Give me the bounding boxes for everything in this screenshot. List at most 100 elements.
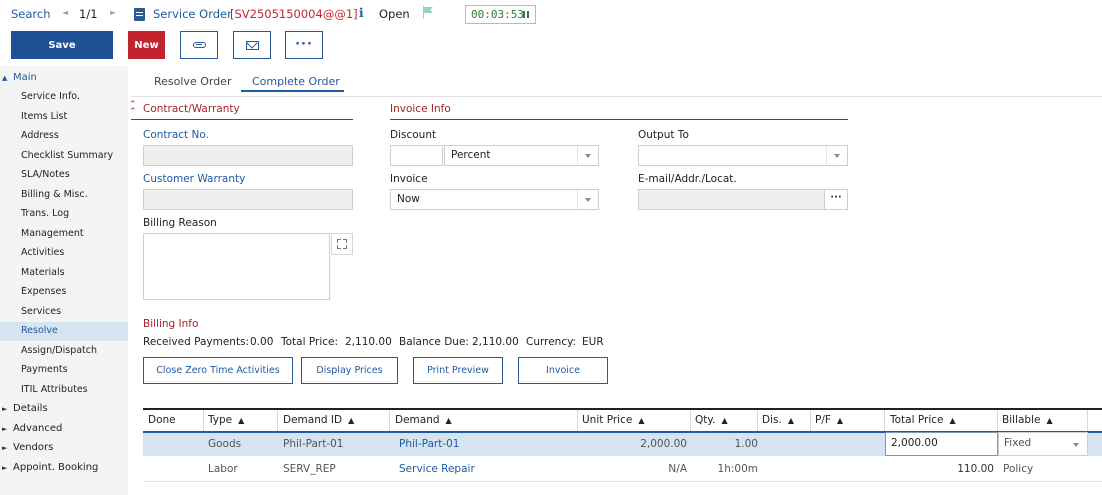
chevron-down-icon[interactable] bbox=[826, 146, 847, 165]
sidebar-item-itil-attributes[interactable]: ITIL Attributes bbox=[0, 381, 128, 400]
new-button[interactable]: New bbox=[128, 31, 165, 59]
cell-unit-price: N/A bbox=[668, 463, 687, 475]
expand-triangle-icon: ► bbox=[2, 444, 8, 452]
search-link[interactable]: Search bbox=[11, 7, 51, 21]
column-header-qty[interactable]: Qty. ▲ bbox=[695, 414, 728, 426]
column-separator[interactable] bbox=[884, 410, 885, 431]
sort-ascending-icon[interactable]: ▲ bbox=[348, 416, 354, 425]
sidebar-item-checklist-summary[interactable]: Checklist Summary bbox=[0, 147, 128, 166]
display-prices-button[interactable]: Display Prices bbox=[301, 357, 398, 384]
sidebar-item-label: Payments bbox=[21, 364, 68, 375]
sort-ascending-icon[interactable]: ▲ bbox=[238, 416, 244, 425]
column-header-demand-id[interactable]: Demand ID ▲ bbox=[283, 414, 354, 426]
cell-unit-price: 2,000.00 bbox=[640, 438, 687, 450]
table-header-top-border bbox=[143, 408, 1102, 410]
total-price-value: 2,110.00 bbox=[345, 336, 392, 348]
sidebar-group-vendors[interactable]: ► Vendors bbox=[0, 439, 128, 458]
discount-type-select[interactable]: Percent bbox=[444, 145, 599, 166]
sidebar-item-assign-dispatch[interactable]: Assign/Dispatch bbox=[0, 342, 128, 361]
invoice-button[interactable]: Invoice bbox=[518, 357, 608, 384]
contract-no-field[interactable] bbox=[143, 145, 353, 166]
sidebar-group-details[interactable]: ► Details bbox=[0, 400, 128, 419]
column-header-label: Type bbox=[208, 414, 233, 426]
sidebar-item-resolve[interactable]: Resolve bbox=[0, 322, 128, 341]
sort-ascending-icon[interactable]: ▲ bbox=[721, 416, 727, 425]
sidebar-item-materials[interactable]: Materials bbox=[0, 264, 128, 283]
flag-icon[interactable] bbox=[422, 6, 434, 19]
previous-record-icon[interactable]: ◄ bbox=[62, 8, 68, 17]
column-separator[interactable] bbox=[690, 410, 691, 431]
attach-button[interactable] bbox=[180, 31, 218, 59]
total-price-input[interactable]: 2,000.00 bbox=[885, 432, 998, 456]
column-header-dis[interactable]: Dis. ▲ bbox=[762, 414, 794, 426]
column-header-type[interactable]: Type ▲ bbox=[208, 414, 244, 426]
sidebar: ▲ Main Service Info. Items List Address … bbox=[0, 66, 128, 495]
close-zero-time-activities-button[interactable]: Close Zero Time Activities bbox=[143, 357, 293, 384]
collapse-section-icon[interactable]: ⌃ ⌃ bbox=[129, 101, 137, 117]
email-address-field[interactable]: ··· bbox=[638, 189, 848, 210]
chevron-down-icon[interactable] bbox=[577, 146, 598, 165]
billing-reason-textarea[interactable] bbox=[143, 233, 330, 300]
currency-value: EUR bbox=[582, 336, 604, 348]
save-button[interactable]: Save bbox=[11, 31, 113, 59]
sidebar-group-appoint-booking[interactable]: ► Appoint. Booking bbox=[0, 459, 128, 478]
customer-warranty-field[interactable] bbox=[143, 189, 353, 210]
print-preview-button[interactable]: Print Preview bbox=[413, 357, 503, 384]
column-separator[interactable] bbox=[203, 410, 204, 431]
column-header-pf[interactable]: P/F ▲ bbox=[815, 414, 843, 426]
more-button[interactable]: ··· bbox=[285, 31, 323, 59]
sort-ascending-icon[interactable]: ▲ bbox=[446, 416, 452, 425]
column-separator[interactable] bbox=[757, 410, 758, 431]
info-icon[interactable]: i bbox=[359, 6, 364, 20]
column-separator[interactable] bbox=[277, 410, 278, 431]
pause-icon[interactable] bbox=[523, 11, 529, 18]
cell-demand-link[interactable]: Service Repair bbox=[399, 463, 475, 475]
sidebar-item-trans-log[interactable]: Trans. Log bbox=[0, 205, 128, 224]
sidebar-group-main[interactable]: ▲ Main bbox=[0, 69, 128, 88]
sidebar-item-billing-misc[interactable]: Billing & Misc. bbox=[0, 186, 128, 205]
sort-ascending-icon[interactable]: ▲ bbox=[949, 416, 955, 425]
billable-select[interactable]: Fixed bbox=[998, 432, 1088, 456]
chevron-down-icon[interactable] bbox=[577, 190, 598, 209]
sidebar-item-services[interactable]: Services bbox=[0, 303, 128, 322]
cell-total-price[interactable]: 110.00 bbox=[885, 463, 994, 475]
sidebar-group-advanced[interactable]: ► Advanced bbox=[0, 420, 128, 439]
expand-icon[interactable] bbox=[331, 233, 353, 255]
discount-input[interactable] bbox=[390, 145, 443, 166]
next-record-icon[interactable]: ► bbox=[110, 8, 116, 17]
sidebar-item-sla-notes[interactable]: SLA/Notes bbox=[0, 166, 128, 185]
column-header-total-price[interactable]: Total Price ▲ bbox=[890, 414, 956, 426]
browse-button[interactable]: ··· bbox=[824, 190, 847, 209]
column-separator[interactable] bbox=[577, 410, 578, 431]
column-separator[interactable] bbox=[1087, 410, 1088, 431]
sidebar-item-payments[interactable]: Payments bbox=[0, 361, 128, 380]
email-button[interactable] bbox=[233, 31, 271, 59]
sort-ascending-icon[interactable]: ▲ bbox=[638, 416, 644, 425]
section-divider bbox=[131, 119, 353, 120]
output-to-select[interactable] bbox=[638, 145, 848, 166]
cell-demand-link[interactable]: Phil-Part-01 bbox=[399, 438, 460, 450]
sort-ascending-icon[interactable]: ▲ bbox=[837, 416, 843, 425]
cell-billable[interactable]: Policy bbox=[1003, 463, 1033, 475]
column-header-billable[interactable]: Billable ▲ bbox=[1002, 414, 1053, 426]
sidebar-item-expenses[interactable]: Expenses bbox=[0, 283, 128, 302]
column-header-unit-price[interactable]: Unit Price ▲ bbox=[582, 414, 644, 426]
column-header-demand[interactable]: Demand ▲ bbox=[395, 414, 452, 426]
sort-ascending-icon[interactable]: ▲ bbox=[788, 416, 794, 425]
sort-ascending-icon[interactable]: ▲ bbox=[1046, 416, 1052, 425]
invoice-select[interactable]: Now bbox=[390, 189, 599, 210]
column-header-done[interactable]: Done bbox=[148, 414, 176, 426]
sidebar-item-activities[interactable]: Activities bbox=[0, 244, 128, 263]
sidebar-item-management[interactable]: Management bbox=[0, 225, 128, 244]
column-separator[interactable] bbox=[389, 410, 390, 431]
sidebar-item-address[interactable]: Address bbox=[0, 127, 128, 146]
column-separator[interactable] bbox=[810, 410, 811, 431]
contract-no-label: Contract No. bbox=[143, 129, 209, 141]
tab-resolve-order[interactable]: Resolve Order bbox=[154, 75, 231, 88]
sidebar-item-service-info[interactable]: Service Info. bbox=[0, 88, 128, 107]
tab-complete-order[interactable]: Complete Order bbox=[252, 75, 340, 88]
column-separator[interactable] bbox=[997, 410, 998, 431]
billable-value: Fixed bbox=[1004, 437, 1032, 449]
customer-warranty-label: Customer Warranty bbox=[143, 173, 246, 185]
sidebar-item-items-list[interactable]: Items List bbox=[0, 108, 128, 127]
